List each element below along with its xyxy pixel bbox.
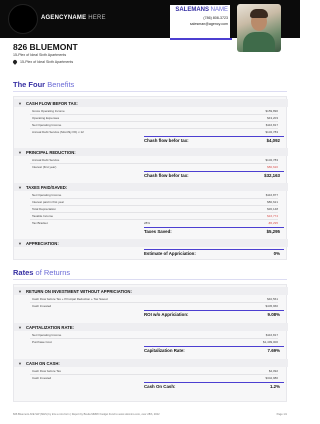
salesman-email: salesman@agency.com [189, 22, 228, 26]
rates-title-rule [13, 279, 287, 280]
cap-rate-total: Capitalization Rate: 7.69% [144, 348, 280, 353]
taxes-total: Taxes Saved: $5,295 [144, 229, 280, 234]
agency-logo [8, 4, 38, 34]
benefits-title-rule [13, 91, 287, 92]
roi-total: ROI w/o Appriciation: 9.08% [144, 312, 280, 317]
table-row: Cash Invested $445,960 [32, 304, 278, 308]
group-appreciation[interactable]: ▼ APPRECIATION: [14, 239, 288, 247]
chevron-down-icon: ▼ [18, 360, 22, 366]
group-principal-reduction[interactable]: ▼ PRINCIPAL REDUCTION: [14, 148, 288, 156]
rates-title: Rates of Returns [13, 268, 71, 277]
header-accent-rule [170, 38, 232, 40]
principal-total: Chash flow befor tax: $32,163 [144, 173, 280, 178]
chevron-down-icon: ▼ [18, 324, 22, 330]
agency-name: AGENCYNAME HERE [41, 15, 106, 21]
chevron-down-icon: ▼ [18, 100, 22, 106]
cash-on-cash-total: Cash On Cash: 1.2% [144, 384, 280, 389]
chevron-down-icon: ▼ [18, 288, 22, 294]
group-taxes[interactable]: ▼ TAXES PAID/SAVED: [14, 183, 288, 191]
group-cash-flow[interactable]: ▼ CASH FLOW BEFOR TAX: [14, 99, 288, 107]
page-number: Page 1/1 [276, 413, 287, 416]
group-roi[interactable]: ▼ RETURN ON INVESTMENT WITHOUT APPRICIAT… [14, 287, 288, 295]
salesman-photo [237, 4, 281, 52]
salesman-phone: (786) 808-3723 [203, 15, 228, 20]
salesman-contact: SALEMANS NAME (786) 808-3723 salesman@ag… [170, 5, 230, 39]
footer-disclaimer: 826 Bluemont AVE SW (MHS) by kris.s.miro… [13, 413, 160, 416]
rates-panel: ▼ RETURN ON INVESTMENT WITHOUT APPRICIAT… [13, 284, 288, 402]
chevron-down-icon: ▼ [18, 149, 22, 155]
group-cash-on-cash[interactable]: ▼ CASH ON CASH: [14, 359, 288, 367]
property-subtitle: 15-Plex of Ideal Sixth Apartments [13, 53, 67, 57]
appreciation-total: Estimate of Appriciation: 0% [144, 251, 280, 256]
property-location: 15-Plex of Ideal Sixth Apartments [12, 59, 73, 65]
benefits-title: The Four Benefits [13, 80, 75, 89]
table-row: Cash Invested $342,980 [32, 376, 278, 380]
property-address: 826 BLUEMONT [13, 42, 78, 52]
benefits-panel: ▼ CASH FLOW BEFOR TAX: Gross Operating I… [13, 96, 288, 260]
cash-flow-total: Chash flow befor tax: $4,092 [144, 138, 280, 143]
salesman-name: SALEMANS NAME [175, 7, 228, 13]
table-row: Tax Bracket 28% -$5,295 [32, 221, 278, 225]
table-row: Purchase Cost $1,499,000 [32, 340, 278, 344]
group-cap-rate[interactable]: ▼ CAPITALIZATION RATE: [14, 323, 288, 331]
chevron-down-icon: ▼ [18, 240, 22, 246]
table-row: Interest (first year) $80,620 [32, 165, 278, 169]
chevron-down-icon: ▼ [18, 184, 22, 190]
table-row: Annual Debt Service (Monthly PA) x 12 $1… [32, 130, 278, 134]
location-pin-icon [12, 59, 18, 65]
